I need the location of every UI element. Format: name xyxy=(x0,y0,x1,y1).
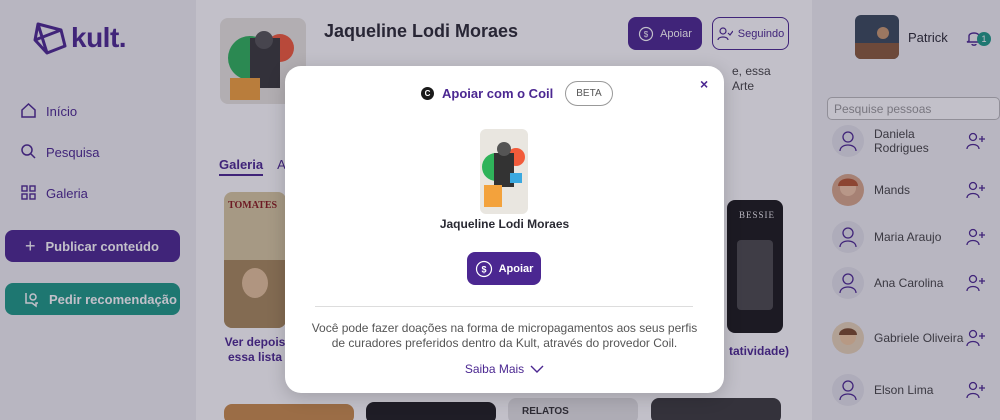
chevron-down-icon xyxy=(530,365,544,373)
apoiar-label: Apoiar xyxy=(498,262,534,275)
beta-badge: BETA xyxy=(565,81,613,106)
coil-support-modal: C Apoiar com o Coil BETA × Jaqueline Lod… xyxy=(285,66,724,393)
modal-title: Apoiar com o Coil xyxy=(442,86,554,101)
close-button[interactable]: × xyxy=(700,76,708,92)
coil-logo-icon: C xyxy=(421,87,434,100)
modal-header: C Apoiar com o Coil BETA xyxy=(421,81,613,106)
learn-more-label: Saiba Mais xyxy=(464,362,525,376)
divider xyxy=(315,306,693,307)
creator-image xyxy=(480,129,528,214)
svg-text:$: $ xyxy=(481,264,486,274)
apoiar-button[interactable]: $ Apoiar xyxy=(467,252,541,285)
creator-name: Jaqueline Lodi Moraes xyxy=(439,217,570,231)
coin-icon: $ xyxy=(475,260,492,277)
modal-description: Você pode fazer doações na forma de micr… xyxy=(311,321,698,350)
learn-more-link[interactable]: Saiba Mais xyxy=(285,362,724,376)
